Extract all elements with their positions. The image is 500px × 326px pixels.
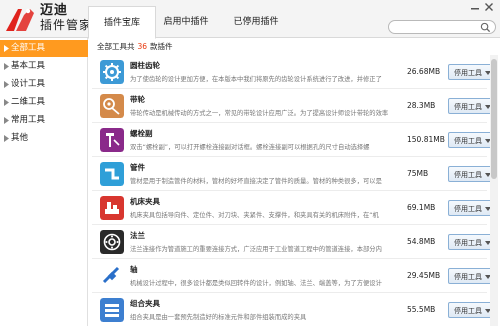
chevron-right-icon bbox=[4, 63, 9, 70]
list-scrollbar[interactable] bbox=[490, 55, 498, 326]
category-sidebar: 全部工具 基本工具 设计工具 二维工具 常用工具 其他 bbox=[0, 38, 88, 326]
chevron-right-icon bbox=[4, 135, 9, 142]
disable-tool-button[interactable]: 停用工具 bbox=[448, 200, 496, 216]
sidebar-item-basic-tools[interactable]: 基本工具 bbox=[0, 58, 88, 75]
brand-line-2: 插件管家 bbox=[40, 18, 93, 32]
plugin-row: 轴 机械设计过程中，很多设计都是类似回转件的设计，例如轴、法兰、端盖等，为了方便… bbox=[92, 259, 496, 293]
chevron-right-icon bbox=[4, 117, 9, 124]
header-bar: 迈迪 插件管家 插件宝库 启用中插件 已停用插件 bbox=[0, 0, 500, 39]
sidebar-item-other[interactable]: 其他 bbox=[0, 130, 88, 147]
plugin-description: 法兰连接作为管道施工的重要连接方式，广泛应用于工业管道工程中的管道连接，本部分内 bbox=[130, 246, 382, 253]
chevron-right-icon bbox=[4, 99, 9, 106]
tab-disabled-plugins[interactable]: 已停用插件 bbox=[222, 6, 290, 38]
plugin-description: 带轮传动是机械传动的方式之一，常见的带轮设计应用广泛。为了提高设计师设计带轮的效… bbox=[130, 110, 389, 117]
disable-tool-button[interactable]: 停用工具 bbox=[448, 132, 496, 148]
button-label: 停用工具 bbox=[454, 273, 482, 281]
plugin-name: 管件 bbox=[130, 163, 145, 172]
chevron-right-icon bbox=[4, 81, 9, 88]
summary-prefix: 全部工具共 bbox=[97, 42, 135, 51]
plugin-description: 组合夹具是由一套预先制造好的标准元件和部件组装而成的夹具 bbox=[130, 314, 307, 321]
shaft-icon bbox=[100, 264, 124, 288]
button-label: 停用工具 bbox=[454, 171, 482, 179]
sidebar-item-2d-tools[interactable]: 二维工具 bbox=[0, 94, 88, 111]
button-label: 停用工具 bbox=[454, 137, 482, 145]
plugin-name: 轴 bbox=[130, 265, 138, 274]
plugin-size: 29.45MB bbox=[407, 271, 441, 280]
summary-suffix: 款插件 bbox=[150, 42, 173, 51]
plugin-description: 机械设计过程中，很多设计都是类似回转件的设计，例如轴、法兰、端盖等，为了方便设计 bbox=[130, 280, 382, 287]
disable-tool-button[interactable]: 停用工具 bbox=[448, 234, 496, 250]
plugin-name: 机床夹具 bbox=[130, 197, 160, 206]
button-label: 停用工具 bbox=[454, 103, 482, 111]
flange-icon bbox=[100, 230, 124, 254]
plugin-name: 螺栓副 bbox=[130, 129, 153, 138]
plugin-row: 带轮 带轮传动是机械传动的方式之一，常见的带轮设计应用广泛。为了提高设计师设计带… bbox=[92, 89, 496, 123]
search-input[interactable] bbox=[395, 22, 477, 32]
minimize-icon[interactable] bbox=[470, 2, 480, 12]
plugin-name: 法兰 bbox=[130, 231, 145, 240]
plugin-size: 55.5MB bbox=[407, 305, 436, 314]
sidebar-item-design-tools[interactable]: 设计工具 bbox=[0, 76, 88, 93]
tab-enabled-plugins[interactable]: 启用中插件 bbox=[152, 6, 220, 38]
plugin-row: 螺栓副 双击“螺栓副”，可以打开螺栓连接副对话框。螺栓连接副可以根据孔的尺寸自动… bbox=[92, 123, 496, 157]
sidebar-item-label: 常用工具 bbox=[11, 115, 46, 125]
disable-tool-button[interactable]: 停用工具 bbox=[448, 166, 496, 182]
search-box bbox=[388, 20, 496, 34]
sidebar-item-label: 基本工具 bbox=[11, 61, 46, 71]
sidebar-item-all-tools[interactable]: 全部工具 bbox=[0, 40, 88, 57]
plugin-name: 圆柱齿轮 bbox=[130, 61, 160, 70]
plugin-size: 54.8MB bbox=[407, 237, 436, 246]
plugin-size: 28.3MB bbox=[407, 101, 436, 110]
pipe-icon bbox=[100, 162, 124, 186]
chevron-right-icon bbox=[4, 45, 9, 52]
plugin-list: 圆柱齿轮 为了使齿轮的设计更加方便，在本版本中我们将原先的齿轮设计系统进行了改进… bbox=[92, 55, 498, 326]
gear-icon bbox=[100, 60, 124, 84]
plugin-description: 双击“螺栓副”，可以打开螺栓连接副对话框。螺栓连接副可以根据孔的尺寸自动选择螺 bbox=[130, 144, 370, 151]
logo-icon bbox=[6, 8, 34, 31]
plugin-size: 150.81MB bbox=[407, 135, 445, 144]
tab-plugin-library[interactable]: 插件宝库 bbox=[88, 6, 156, 39]
plugin-count: 36 bbox=[137, 42, 148, 51]
button-label: 停用工具 bbox=[454, 205, 482, 213]
plugin-row: 组合夹具 组合夹具是由一套预先制造好的标准元件和部件组装而成的夹具 55.5MB… bbox=[92, 293, 496, 326]
plugin-description: 机床夹具包括导向件、定位件、对刀块、夹紧件、支撑件，和夹具有关的机床附件，在“机 bbox=[130, 212, 379, 219]
disable-tool-button[interactable]: 停用工具 bbox=[448, 64, 496, 80]
plugin-row: 法兰 法兰连接作为管道施工的重要连接方式，广泛应用于工业管道工程中的管道连接，本… bbox=[92, 225, 496, 259]
disable-tool-button[interactable]: 停用工具 bbox=[448, 98, 496, 114]
plugin-row: 圆柱齿轮 为了使齿轮的设计更加方便，在本版本中我们将原先的齿轮设计系统进行了改进… bbox=[92, 55, 496, 89]
plugin-size: 69.1MB bbox=[407, 203, 436, 212]
plugin-name: 组合夹具 bbox=[130, 299, 160, 308]
disable-tool-button[interactable]: 停用工具 bbox=[448, 268, 496, 284]
close-icon[interactable] bbox=[484, 2, 494, 12]
button-label: 停用工具 bbox=[454, 307, 482, 315]
scrollbar-thumb[interactable] bbox=[491, 59, 497, 179]
plugin-name: 带轮 bbox=[130, 95, 145, 104]
button-label: 停用工具 bbox=[454, 69, 482, 77]
bolt-icon bbox=[100, 128, 124, 152]
sidebar-item-label: 二维工具 bbox=[11, 97, 46, 107]
plugin-count-summary: 全部工具共 36 款插件 bbox=[97, 41, 173, 52]
brand-name: 迈迪 插件管家 bbox=[40, 3, 93, 33]
sidebar-item-label: 全部工具 bbox=[11, 43, 46, 53]
disable-tool-button[interactable]: 停用工具 bbox=[448, 302, 496, 318]
plugin-row: 机床夹具 机床夹具包括导向件、定位件、对刀块、夹紧件、支撑件，和夹具有关的机床附… bbox=[92, 191, 496, 225]
modular-fixture-icon bbox=[100, 298, 124, 322]
sidebar-item-label: 其他 bbox=[11, 133, 29, 143]
brand-line-1: 迈迪 bbox=[40, 3, 69, 18]
sidebar-item-label: 设计工具 bbox=[11, 79, 46, 89]
pulley-icon bbox=[100, 94, 124, 118]
button-label: 停用工具 bbox=[454, 239, 482, 247]
sidebar-item-common-tools[interactable]: 常用工具 bbox=[0, 112, 88, 129]
plugin-description: 为了使齿轮的设计更加方便，在本版本中我们将原先的齿轮设计系统进行了改进，并修正了 bbox=[130, 76, 382, 83]
plugin-size: 75MB bbox=[407, 169, 429, 178]
window-controls bbox=[470, 2, 496, 14]
plugin-size: 26.68MB bbox=[407, 67, 441, 76]
plugin-row: 管件 管材是用于制造管件的材料，管材的好坏直接决定了管件的质量。管材的种类很多，… bbox=[92, 157, 496, 191]
fixture-icon bbox=[100, 196, 124, 220]
search-icon[interactable] bbox=[480, 22, 491, 33]
plugin-description: 管材是用于制造管件的材料，管材的好坏直接决定了管件的质量。管材的种类很多，可以是 bbox=[130, 178, 382, 185]
